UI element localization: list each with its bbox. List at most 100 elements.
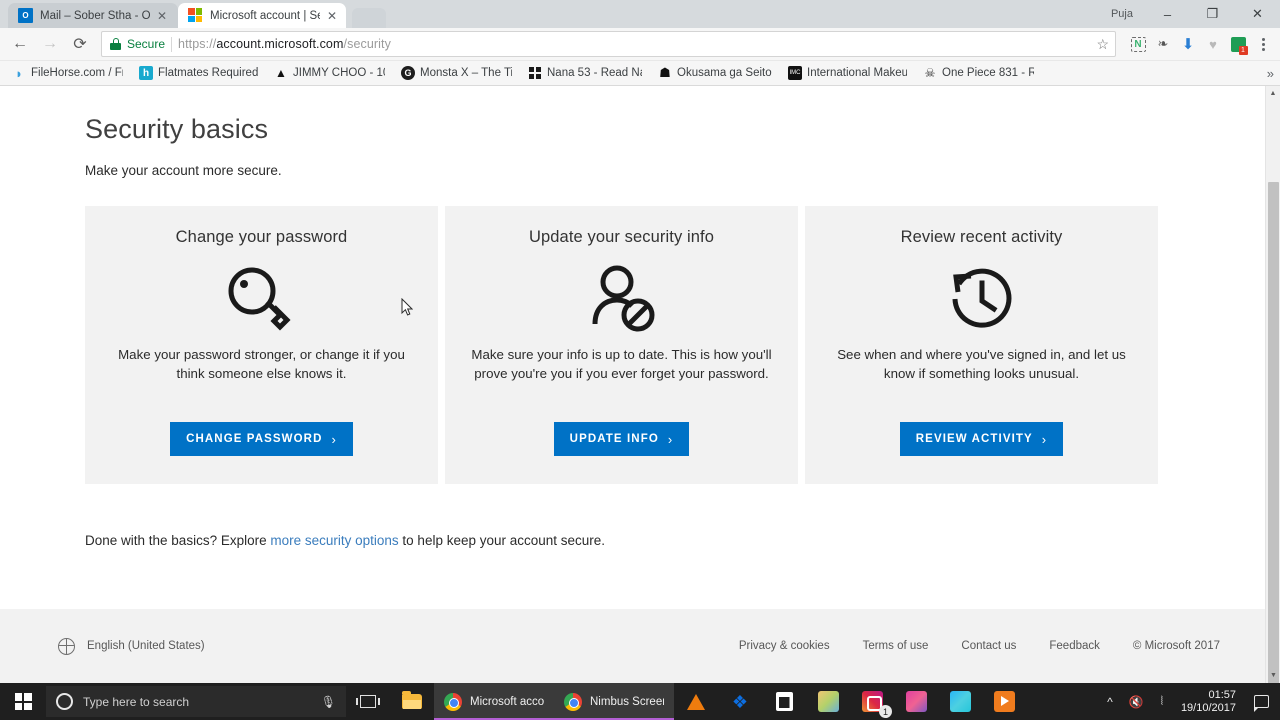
bookmark-label: Monsta X – The Tiger (420, 67, 512, 79)
clock-time: 01:57 (1208, 688, 1236, 701)
bookmark-label: One Piece 831 - Read (942, 67, 1034, 79)
url-host: account.microsoft.com (216, 37, 344, 51)
card-description: Make your password stronger, or change i… (118, 347, 405, 381)
tab-title: Mail – Sober Stha - Outl (40, 9, 150, 22)
new-tab-button[interactable] (352, 8, 386, 28)
file-explorer-button[interactable] (390, 683, 434, 720)
url-path: /security (343, 37, 391, 51)
bookmark-nana[interactable]: Nana 53 - Read Nana (520, 63, 650, 84)
microphone-icon[interactable]: 🎙 (321, 695, 336, 709)
taskbar-app-microsoft-account[interactable]: Microsoft accou... (434, 683, 554, 720)
taskbar-app-store[interactable] (762, 683, 806, 720)
dog-extension-icon[interactable]: ❧ (1152, 33, 1174, 55)
flatmates-icon: h (139, 66, 153, 80)
taskbar-app-blue[interactable] (938, 683, 982, 720)
key-icon (225, 253, 299, 345)
task-view-button[interactable] (346, 683, 390, 720)
scroll-up-arrow-icon[interactable]: ▲ (1266, 86, 1280, 101)
volume-muted-icon[interactable]: 🔇 (1123, 683, 1149, 720)
reload-button[interactable]: ⟳ (66, 30, 94, 58)
person-blocked-icon (585, 253, 659, 345)
taskbar-app-label: Nimbus Screens... (590, 695, 664, 708)
button-label: REVIEW ACTIVITY (915, 433, 1033, 445)
footer-links: Privacy & cookies Terms of use Contact u… (739, 640, 1220, 652)
bookmark-international-makeup[interactable]: IMC International Makeup (780, 63, 915, 84)
chevron-right-icon: › (1041, 431, 1048, 447)
taskbar-app-dropbox[interactable]: ❖ (718, 683, 762, 720)
taskbar-search-input[interactable]: Type here to search 🎙 (46, 686, 346, 717)
review-activity-button[interactable]: REVIEW ACTIVITY › (899, 422, 1064, 456)
bookmark-filehorse[interactable]: ◗ FileHorse.com / Free (4, 63, 131, 84)
bookmarks-overflow-icon[interactable]: » (1267, 66, 1274, 81)
scroll-down-arrow-icon[interactable]: ▼ (1266, 668, 1280, 683)
browser-profile-label[interactable]: Puja (1099, 8, 1145, 20)
taskbar-app-nimbus-screenshot[interactable]: Nimbus Screens... (554, 683, 674, 720)
page-scrollbar[interactable]: ▲ ▼ (1265, 86, 1280, 683)
card-description: Make sure your info is up to date. This … (471, 347, 772, 381)
action-center-button[interactable] (1246, 683, 1276, 720)
forward-button[interactable]: → (36, 30, 64, 58)
bookmark-star-icon[interactable]: ☆ (1096, 36, 1109, 53)
taskbar-app-photos[interactable] (806, 683, 850, 720)
chrome-menu-icon[interactable] (1252, 33, 1274, 55)
update-info-button[interactable]: UPDATE INFO › (553, 422, 690, 456)
card-title: Review recent activity (900, 228, 1063, 246)
card-review-recent-activity: Review recent activity See when and wher… (805, 206, 1158, 484)
footer-link-feedback[interactable]: Feedback (1049, 640, 1100, 652)
bookmark-monsta-x[interactable]: G Monsta X – The Tiger (393, 63, 520, 84)
pink-app-icon (905, 691, 927, 712)
dropbox-icon: ❖ (731, 691, 749, 712)
taskbar-app-pink[interactable] (894, 683, 938, 720)
bookmark-one-piece[interactable]: ☠ One Piece 831 - Read (915, 63, 1042, 84)
start-button[interactable] (0, 683, 46, 720)
omnibox-divider (171, 36, 173, 52)
address-bar[interactable]: Secure https://account.microsoft.com/sec… (101, 31, 1116, 57)
system-tray: ^ 🔇 ⦚ 01:57 19/10/2017 (1097, 683, 1280, 720)
card-update-security-info: Update your security info Make sure your… (445, 206, 798, 484)
chevron-right-icon: › (667, 431, 674, 447)
card-description: See when and where you've signed in, and… (837, 347, 1126, 381)
button-label: CHANGE PASSWORD (186, 433, 323, 445)
close-button[interactable]: ✕ (1235, 0, 1280, 28)
blue-app-icon (949, 691, 971, 712)
green-extension-icon[interactable]: 1 (1227, 33, 1249, 55)
bookmark-okusama[interactable]: ☗ Okusama ga Seito Ka (650, 63, 780, 84)
taskbar-app-video[interactable] (982, 683, 1026, 720)
tray-chevron-up-icon[interactable]: ^ (1097, 683, 1123, 720)
maximize-button[interactable]: ❐ (1190, 0, 1235, 28)
video-app-icon (993, 691, 1015, 712)
taskbar-clock[interactable]: 01:57 19/10/2017 (1175, 689, 1246, 715)
bookmark-jimmy-choo[interactable]: ▲ JIMMY CHOO - 100N (266, 63, 393, 84)
language-selector[interactable]: English (United States) (58, 637, 205, 655)
bookmark-label: International Makeup (807, 67, 907, 79)
browser-tab-mail[interactable]: O Mail – Sober Stha - Outl ✕ (8, 3, 178, 28)
footer-link-terms[interactable]: Terms of use (863, 640, 929, 652)
taskbar-app-vlc[interactable] (674, 683, 718, 720)
tab-close-icon[interactable]: ✕ (157, 10, 167, 22)
more-security-options-link[interactable]: more security options (270, 533, 398, 548)
footer-link-privacy[interactable]: Privacy & cookies (739, 640, 830, 652)
back-button[interactable]: ← (6, 30, 34, 58)
taskbar-app-instagram[interactable]: 1 (850, 683, 894, 720)
extensions-row: N ❧ ⬇ ♥ 1 (1123, 33, 1274, 55)
footer-link-contact[interactable]: Contact us (961, 640, 1016, 652)
change-password-button[interactable]: CHANGE PASSWORD › (170, 422, 353, 456)
triangle-icon: ▲ (275, 66, 287, 80)
vlc-icon (687, 693, 705, 710)
minimize-button[interactable]: – (1145, 0, 1190, 28)
url-scheme: https:// (178, 37, 217, 51)
microsoft-logo-icon (188, 8, 203, 23)
bookmark-flatmates[interactable]: h Flatmates Required - (131, 63, 266, 84)
browser-tab-microsoft-account[interactable]: Microsoft account | Secu ✕ (178, 3, 346, 28)
lock-icon (110, 38, 121, 50)
security-basics-page: Security basics Make your account more s… (0, 86, 1265, 683)
window-controls: Puja – ❐ ✕ (1099, 0, 1280, 28)
wifi-icon[interactable]: ⦚ (1149, 683, 1175, 720)
heart-extension-icon[interactable]: ♥ (1202, 33, 1224, 55)
browser-toolbar: ← → ⟳ Secure https://account.microsoft.c… (0, 28, 1280, 61)
tab-close-icon[interactable]: ✕ (327, 10, 337, 22)
download-arrow-icon[interactable]: ⬇ (1177, 33, 1199, 55)
evernote-clipper-icon[interactable]: N (1127, 33, 1149, 55)
card-title: Update your security info (528, 228, 714, 246)
scrollbar-thumb[interactable] (1268, 182, 1279, 683)
